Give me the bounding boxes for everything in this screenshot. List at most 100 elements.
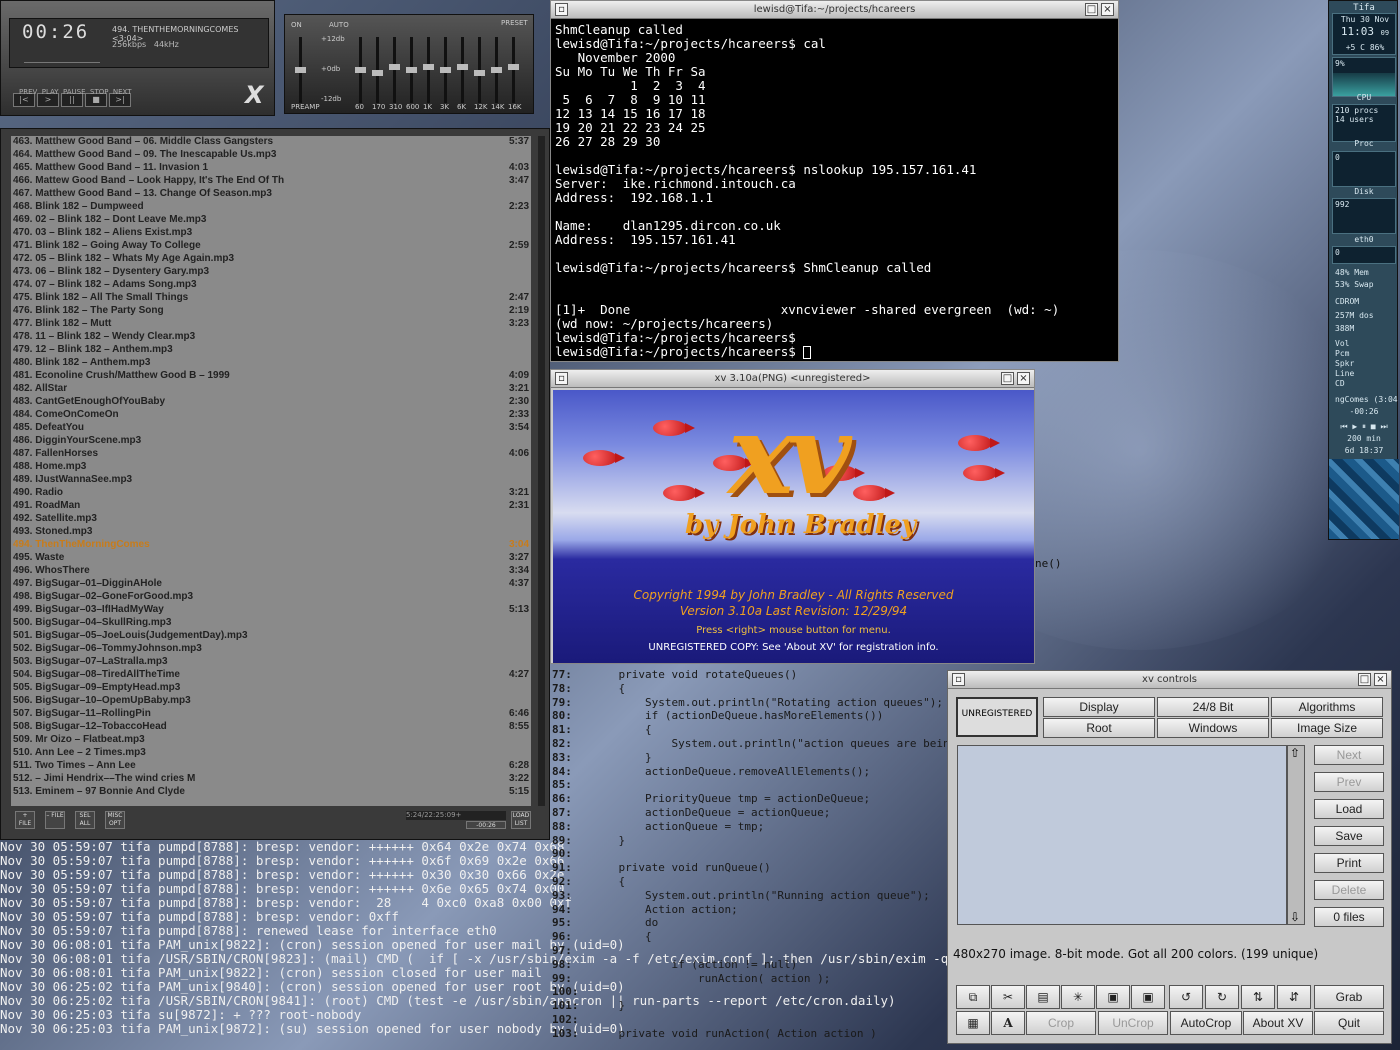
xv-titlebar[interactable]: ▫ xv 3.10a(PNG) <unregistered> □ × bbox=[551, 370, 1034, 388]
playlist-item[interactable]: 511. Two Times – Ann Lee 6:28 bbox=[11, 760, 531, 773]
paste-icon[interactable]: ▤ bbox=[1026, 985, 1060, 1009]
autocrop-button[interactable]: AutoCrop bbox=[1170, 1011, 1242, 1035]
playlist-item[interactable]: 489. IJustWannaSee.mp3 bbox=[11, 474, 531, 487]
image-size-button[interactable]: Image Size bbox=[1271, 718, 1383, 738]
playlist-item[interactable]: 504. BigSugar–08–TiredAllTheTime 4:27 bbox=[11, 669, 531, 682]
playlist-item[interactable]: 486. DigginYourScene.mp3 bbox=[11, 435, 531, 448]
playlist-item[interactable]: 493. Stoned.mp3 bbox=[11, 526, 531, 539]
copy-icon[interactable]: ⧉ bbox=[956, 985, 990, 1009]
playlist-item[interactable]: 476. Blink 182 – The Party Song 2:19 bbox=[11, 305, 531, 318]
xv-controls-titlebar[interactable]: ▫ xv controls □ × bbox=[948, 671, 1391, 689]
eq-slider-knob[interactable] bbox=[457, 64, 468, 70]
zoom-out-icon[interactable]: ▣ bbox=[1131, 985, 1165, 1009]
playlist-item[interactable]: 507. BigSugar–11–RollingPin 6:46 bbox=[11, 708, 531, 721]
terminal-output[interactable]: ShmCleanup called lewisd@Tifa:~/projects/… bbox=[555, 23, 1059, 359]
terminal-window[interactable]: ▫ lewisd@Tifa:~/projects/hcareers □ × Sh… bbox=[550, 0, 1119, 362]
playlist-item[interactable]: 479. 12 – Blink 182 – Anthem.mp3 bbox=[11, 344, 531, 357]
xv-splash-image[interactable]: xv by John Bradley Copyright 1994 by Joh… bbox=[553, 390, 1034, 663]
playlist-item[interactable]: 481. Econoline Crush/Matthew Good B – 19… bbox=[11, 370, 531, 383]
eq-band-slider[interactable] bbox=[372, 37, 383, 103]
playlist-item[interactable]: 471. Blink 182 – Going Away To College 2:… bbox=[11, 240, 531, 253]
select-all-button[interactable]: SEL ALL bbox=[75, 811, 95, 829]
print-button[interactable]: Print bbox=[1314, 853, 1384, 873]
playlist-item[interactable]: 496. WhosThere 3:34 bbox=[11, 565, 531, 578]
playlist-item[interactable]: 509. Mr Oizo – Flatbeat.mp3 bbox=[11, 734, 531, 747]
windows-button[interactable]: Windows bbox=[1157, 718, 1269, 738]
eq-slider-knob[interactable] bbox=[440, 67, 451, 73]
playlist-item[interactable]: 466. Mattew Good Band – Look Happy, It's… bbox=[11, 175, 531, 188]
playlist-item[interactable]: 484. ComeOnComeOn 2:33 bbox=[11, 409, 531, 422]
playlist-item[interactable]: 500. BigSugar–04–SkullRing.mp3 bbox=[11, 617, 531, 630]
remove-file-button[interactable]: – FILE bbox=[45, 811, 65, 829]
playlist-item[interactable]: 467. Matthew Good Band – 13. Change Of S… bbox=[11, 188, 531, 201]
uncrop-button[interactable]: UnCrop bbox=[1098, 1011, 1168, 1035]
playlist-item[interactable]: 474. 07 – Blink 182 – Adams Song.mp3 bbox=[11, 279, 531, 292]
eq-band-slider[interactable] bbox=[491, 37, 502, 103]
eq-band-slider[interactable] bbox=[508, 37, 519, 103]
playlist-item[interactable]: 506. BigSugar–10–OpemUpBaby.mp3 bbox=[11, 695, 531, 708]
pad-icon[interactable]: ▦ bbox=[956, 1011, 990, 1035]
eq-on-button[interactable]: ON bbox=[291, 21, 302, 29]
next-button[interactable]: Next bbox=[1314, 745, 1384, 765]
maximize-icon[interactable]: □ bbox=[1001, 372, 1014, 385]
maximize-icon[interactable]: □ bbox=[1085, 3, 1098, 16]
window-menu-icon[interactable]: ▫ bbox=[555, 372, 568, 385]
playlist-item[interactable]: 498. BigSugar–02–GoneForGood.mp3 bbox=[11, 591, 531, 604]
terminal-titlebar[interactable]: ▫ lewisd@Tifa:~/projects/hcareers □ × bbox=[551, 1, 1118, 19]
gk-vol[interactable]: Vol bbox=[1335, 339, 1400, 348]
playlist-item[interactable]: 492. Satellite.mp3 bbox=[11, 513, 531, 526]
playlist-item[interactable]: 508. BigSugar–12–TobaccoHead 8:55 bbox=[11, 721, 531, 734]
save-button[interactable]: Save bbox=[1314, 826, 1384, 846]
grab-button[interactable]: Grab bbox=[1314, 985, 1384, 1009]
xv-controls-window[interactable]: ▫ xv controls □ × UNREGISTERED Display 2… bbox=[947, 670, 1392, 1044]
playlist-item[interactable]: 510. Ann Lee – 2 Times.mp3 bbox=[11, 747, 531, 760]
eq-slider-knob[interactable] bbox=[508, 64, 519, 70]
crop-button[interactable]: Crop bbox=[1026, 1011, 1096, 1035]
gk-cd[interactable]: CD bbox=[1335, 379, 1400, 388]
root-button[interactable]: Root bbox=[1043, 718, 1155, 738]
playlist-item[interactable]: 513. Eminem – 97 Bonnie And Clyde 5:15 bbox=[11, 786, 531, 799]
playlist-item[interactable]: 475. Blink 182 – All The Small Things 2:4… bbox=[11, 292, 531, 305]
playlist-item[interactable]: 503. BigSugar–07–LaStralla.mp3 bbox=[11, 656, 531, 669]
file-list-scrollbar[interactable]: ⇧ ⇩ bbox=[1287, 745, 1305, 925]
playlist-item[interactable]: 488. Home.mp3 bbox=[11, 461, 531, 474]
gk-line[interactable]: Line bbox=[1335, 369, 1400, 378]
playlist-item[interactable]: 465. Matthew Good Band – 11. Invasion 1 4… bbox=[11, 162, 531, 175]
playlist-window[interactable]: 463. Matthew Good Band – 06. Middle Clas… bbox=[0, 128, 550, 840]
gk-dos2[interactable]: 388M bbox=[1335, 324, 1400, 333]
eq-slider-knob[interactable] bbox=[423, 64, 434, 70]
playlist-item[interactable]: 483. CantGetEnoughOfYouBaby 2:30 bbox=[11, 396, 531, 409]
playlist-item[interactable]: 502. BigSugar–06–TommyJohnson.mp3 bbox=[11, 643, 531, 656]
eq-slider-knob[interactable] bbox=[389, 64, 400, 70]
misc-options-button[interactable]: MISC OPT bbox=[105, 811, 125, 829]
window-menu-icon[interactable]: ▫ bbox=[555, 3, 568, 16]
eq-slider-knob[interactable] bbox=[406, 67, 417, 73]
gkrellm-monitor[interactable]: Tifa Thu 30 Nov 11:03 09 +5 C 86% 9% CPU… bbox=[1328, 0, 1400, 540]
playlist-item[interactable]: 464. Matthew Good Band – 09. The Inescap… bbox=[11, 149, 531, 162]
rotate-left-icon[interactable]: ↺ bbox=[1169, 985, 1203, 1009]
playlist-item[interactable]: 470. 03 – Blink 182 – Aliens Exist.mp3 bbox=[11, 227, 531, 240]
xmms-main-window[interactable]: 00:26 494. THENTHEMORNINGCOMES <3:04> 25… bbox=[0, 0, 275, 116]
playlist-item[interactable]: 485. DefeatYou 3:54 bbox=[11, 422, 531, 435]
eq-slider-knob[interactable] bbox=[295, 67, 306, 73]
gk-dos1[interactable]: 257M dos bbox=[1335, 311, 1400, 320]
eq-band-slider[interactable] bbox=[406, 37, 417, 103]
eq-slider-knob[interactable] bbox=[474, 70, 485, 76]
eq-band-slider[interactable] bbox=[457, 37, 468, 103]
delete-button[interactable]: Delete bbox=[1314, 880, 1384, 900]
xv-image-window[interactable]: ▫ xv 3.10a(PNG) <unregistered> □ × xv by… bbox=[550, 369, 1035, 664]
close-icon[interactable]: × bbox=[1101, 3, 1114, 16]
eq-band-slider[interactable] bbox=[355, 37, 366, 103]
eq-preset-button[interactable]: PRESET bbox=[501, 19, 528, 27]
playlist-item[interactable]: 478. 11 – Blink 182 – Wendy Clear.mp3 bbox=[11, 331, 531, 344]
load-list-button[interactable]: LOAD LIST bbox=[511, 811, 531, 829]
eq-band-slider[interactable] bbox=[389, 37, 400, 103]
eq-slider-knob[interactable] bbox=[372, 70, 383, 76]
eq-slider-knob[interactable] bbox=[491, 67, 502, 73]
scroll-up-icon[interactable]: ⇧ bbox=[1290, 746, 1300, 760]
scroll-down-icon[interactable]: ⇩ bbox=[1290, 910, 1300, 924]
playlist-item[interactable]: 473. 06 – Blink 182 – Dysentery Gary.mp3 bbox=[11, 266, 531, 279]
algorithms-button[interactable]: Algorithms bbox=[1271, 697, 1383, 717]
playlist-item[interactable]: 497. BigSugar–01–DigginAHole 4:37 bbox=[11, 578, 531, 591]
playlist-scrollbar[interactable] bbox=[538, 136, 545, 806]
